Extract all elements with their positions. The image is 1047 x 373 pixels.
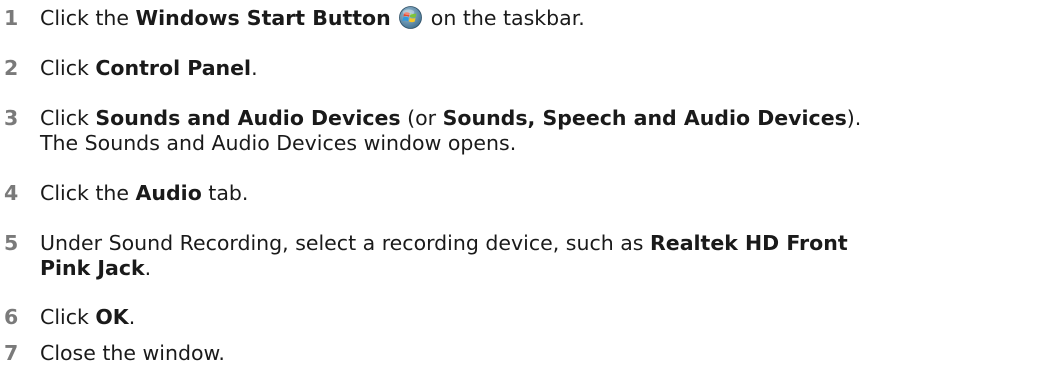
- step-text-plain: Click the: [40, 181, 136, 205]
- step-number: 7: [4, 341, 19, 365]
- step-text: Click OK.: [40, 304, 135, 331]
- step-text: Click the Audio tab.: [40, 180, 248, 207]
- step-text-bold: Pink Jack: [40, 256, 145, 280]
- step-text: The Sounds and Audio Devices window open…: [40, 131, 517, 155]
- step-text-plain: Click: [40, 56, 96, 80]
- step-text-plain: Click: [40, 106, 96, 130]
- step-text-bold: Sounds and Audio Devices: [95, 106, 401, 130]
- step-text-plain: .: [144, 256, 152, 280]
- step-text-bold: OK: [95, 305, 129, 329]
- windows-start-orb-icon: [399, 6, 423, 29]
- step-text-plain: ).: [846, 106, 862, 130]
- step-text: Click Control Panel.: [40, 55, 258, 82]
- step-text: Click Sounds and Audio Devices (or Sound…: [40, 105, 861, 132]
- step-text: Pink Jack.: [40, 255, 151, 282]
- step-number: 2: [4, 56, 19, 80]
- step-text-bold: Realtek HD Front: [650, 231, 848, 255]
- step-text-plain: .: [251, 56, 258, 80]
- step-number: 6: [4, 305, 19, 329]
- step-number: 4: [4, 181, 19, 205]
- step-text-bold: Control Panel: [95, 56, 252, 80]
- step-number: 1: [4, 6, 19, 30]
- step-text-plain: (or: [400, 106, 443, 130]
- step-number: 5: [4, 231, 19, 255]
- step-number: 3: [4, 106, 19, 130]
- step-text-bold: Sounds, Speech and Audio Devices: [442, 106, 847, 130]
- step-text-plain: .: [128, 305, 136, 329]
- step-text-plain: on the taskbar.: [424, 6, 585, 30]
- step-text-plain: Click the: [40, 6, 136, 30]
- step-text-bold: Audio: [135, 181, 202, 205]
- step-text-plain: tab.: [201, 181, 249, 205]
- step-text: Click the Windows Start Button on the ta…: [40, 5, 585, 32]
- step-text: Close the window.: [40, 341, 225, 365]
- step-text: Under Sound Recording, select a recordin…: [40, 230, 848, 257]
- step-text-plain: Under Sound Recording, select a recordin…: [40, 231, 650, 255]
- step-text-plain: Click: [40, 305, 96, 329]
- step-text-bold: Windows Start Button: [135, 6, 391, 30]
